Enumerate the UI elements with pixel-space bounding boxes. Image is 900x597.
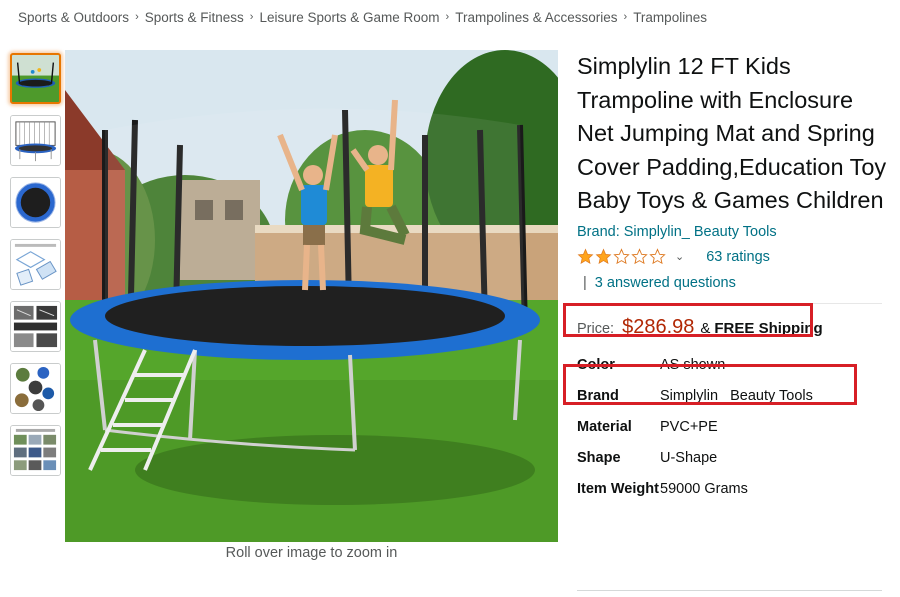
- breadcrumb-separator: ›: [135, 11, 139, 23]
- breadcrumb-separator: ›: [445, 11, 450, 23]
- thumbnail-trampoline-installation[interactable]: [10, 425, 61, 476]
- breadcrumb-item[interactable]: Sports & Fitness: [145, 10, 244, 25]
- trampoline-diagram-thumbnail-icon: [11, 240, 60, 289]
- rating-row: ⌄ 63 ratings: [577, 244, 887, 270]
- spec-value: 59000 Grams: [660, 480, 748, 497]
- thumbnail-trampoline-diagram[interactable]: [10, 239, 61, 290]
- star-empty-icon: [631, 248, 648, 265]
- star-empty-icon: [649, 248, 666, 265]
- spec-row: Material PVC+PE: [577, 416, 887, 439]
- product-info: Simplylin 12 FT Kids Trampoline with Enc…: [577, 50, 887, 509]
- spec-row: Shape U-Shape: [577, 447, 887, 470]
- bottom-divider: [577, 590, 882, 591]
- thumbnail-trampoline-top-view[interactable]: [10, 177, 61, 228]
- star-empty-icon: [613, 248, 630, 265]
- trampoline-features-thumbnail-icon: [11, 364, 60, 413]
- qa-row: | 3 answered questions: [577, 273, 887, 293]
- star-filled-icon: [595, 248, 612, 264]
- main-product-image[interactable]: [65, 50, 558, 542]
- breadcrumb-separator: ›: [623, 11, 628, 23]
- trampoline-photo-icon: [65, 50, 558, 542]
- answered-questions-link[interactable]: 3 answered questions: [595, 275, 736, 291]
- breadcrumb-item[interactable]: Sports & Outdoors: [18, 10, 129, 25]
- qa-separator: |: [583, 274, 587, 291]
- trampoline-installation-thumbnail-icon: [11, 426, 60, 475]
- breadcrumb-separator: ›: [249, 11, 254, 23]
- trampoline-top-view-thumbnail-icon: [11, 178, 60, 227]
- thumbnail-trampoline-kids[interactable]: [10, 53, 61, 104]
- spec-value: PVC+PE: [660, 418, 718, 435]
- breadcrumb: Sports & Outdoors › Sports & Fitness › L…: [18, 8, 707, 26]
- spec-key: Item Weight: [577, 480, 659, 497]
- trampoline-parts-thumbnail-icon: [11, 302, 60, 351]
- trampoline-kids-thumbnail-icon: [12, 55, 59, 102]
- chevron-down-icon[interactable]: ⌄: [675, 250, 684, 263]
- breadcrumb-item[interactable]: Trampolines & Accessories: [455, 10, 617, 25]
- price-highlight-box: [563, 364, 857, 405]
- product-title: Simplylin 12 FT Kids Trampoline with Enc…: [577, 53, 887, 213]
- star-filled-icon: [577, 248, 594, 264]
- thumbnail-trampoline-enclosure[interactable]: [10, 115, 61, 166]
- spec-value: U-Shape: [660, 449, 718, 466]
- breadcrumb-item[interactable]: Trampolines: [633, 10, 707, 25]
- zoom-hint: Roll over image to zoom in: [225, 545, 398, 561]
- ratings-count-link[interactable]: 63 ratings: [706, 249, 770, 265]
- thumbnail-trampoline-parts[interactable]: [10, 301, 61, 352]
- spec-key: Material: [577, 418, 632, 435]
- star-rating[interactable]: ⌄: [577, 248, 684, 265]
- spec-key: Shape: [577, 449, 621, 466]
- spec-row: Item Weight 59000 Grams: [577, 478, 887, 501]
- thumbnail-trampoline-features[interactable]: [10, 363, 61, 414]
- brand-link[interactable]: Brand: Simplylin_ Beauty Tools: [577, 222, 887, 242]
- rating-highlight-box: [563, 303, 813, 337]
- breadcrumb-item[interactable]: Leisure Sports & Game Room: [259, 10, 439, 25]
- thumbnail-strip: [10, 53, 63, 487]
- trampoline-enclosure-thumbnail-icon: [11, 116, 60, 165]
